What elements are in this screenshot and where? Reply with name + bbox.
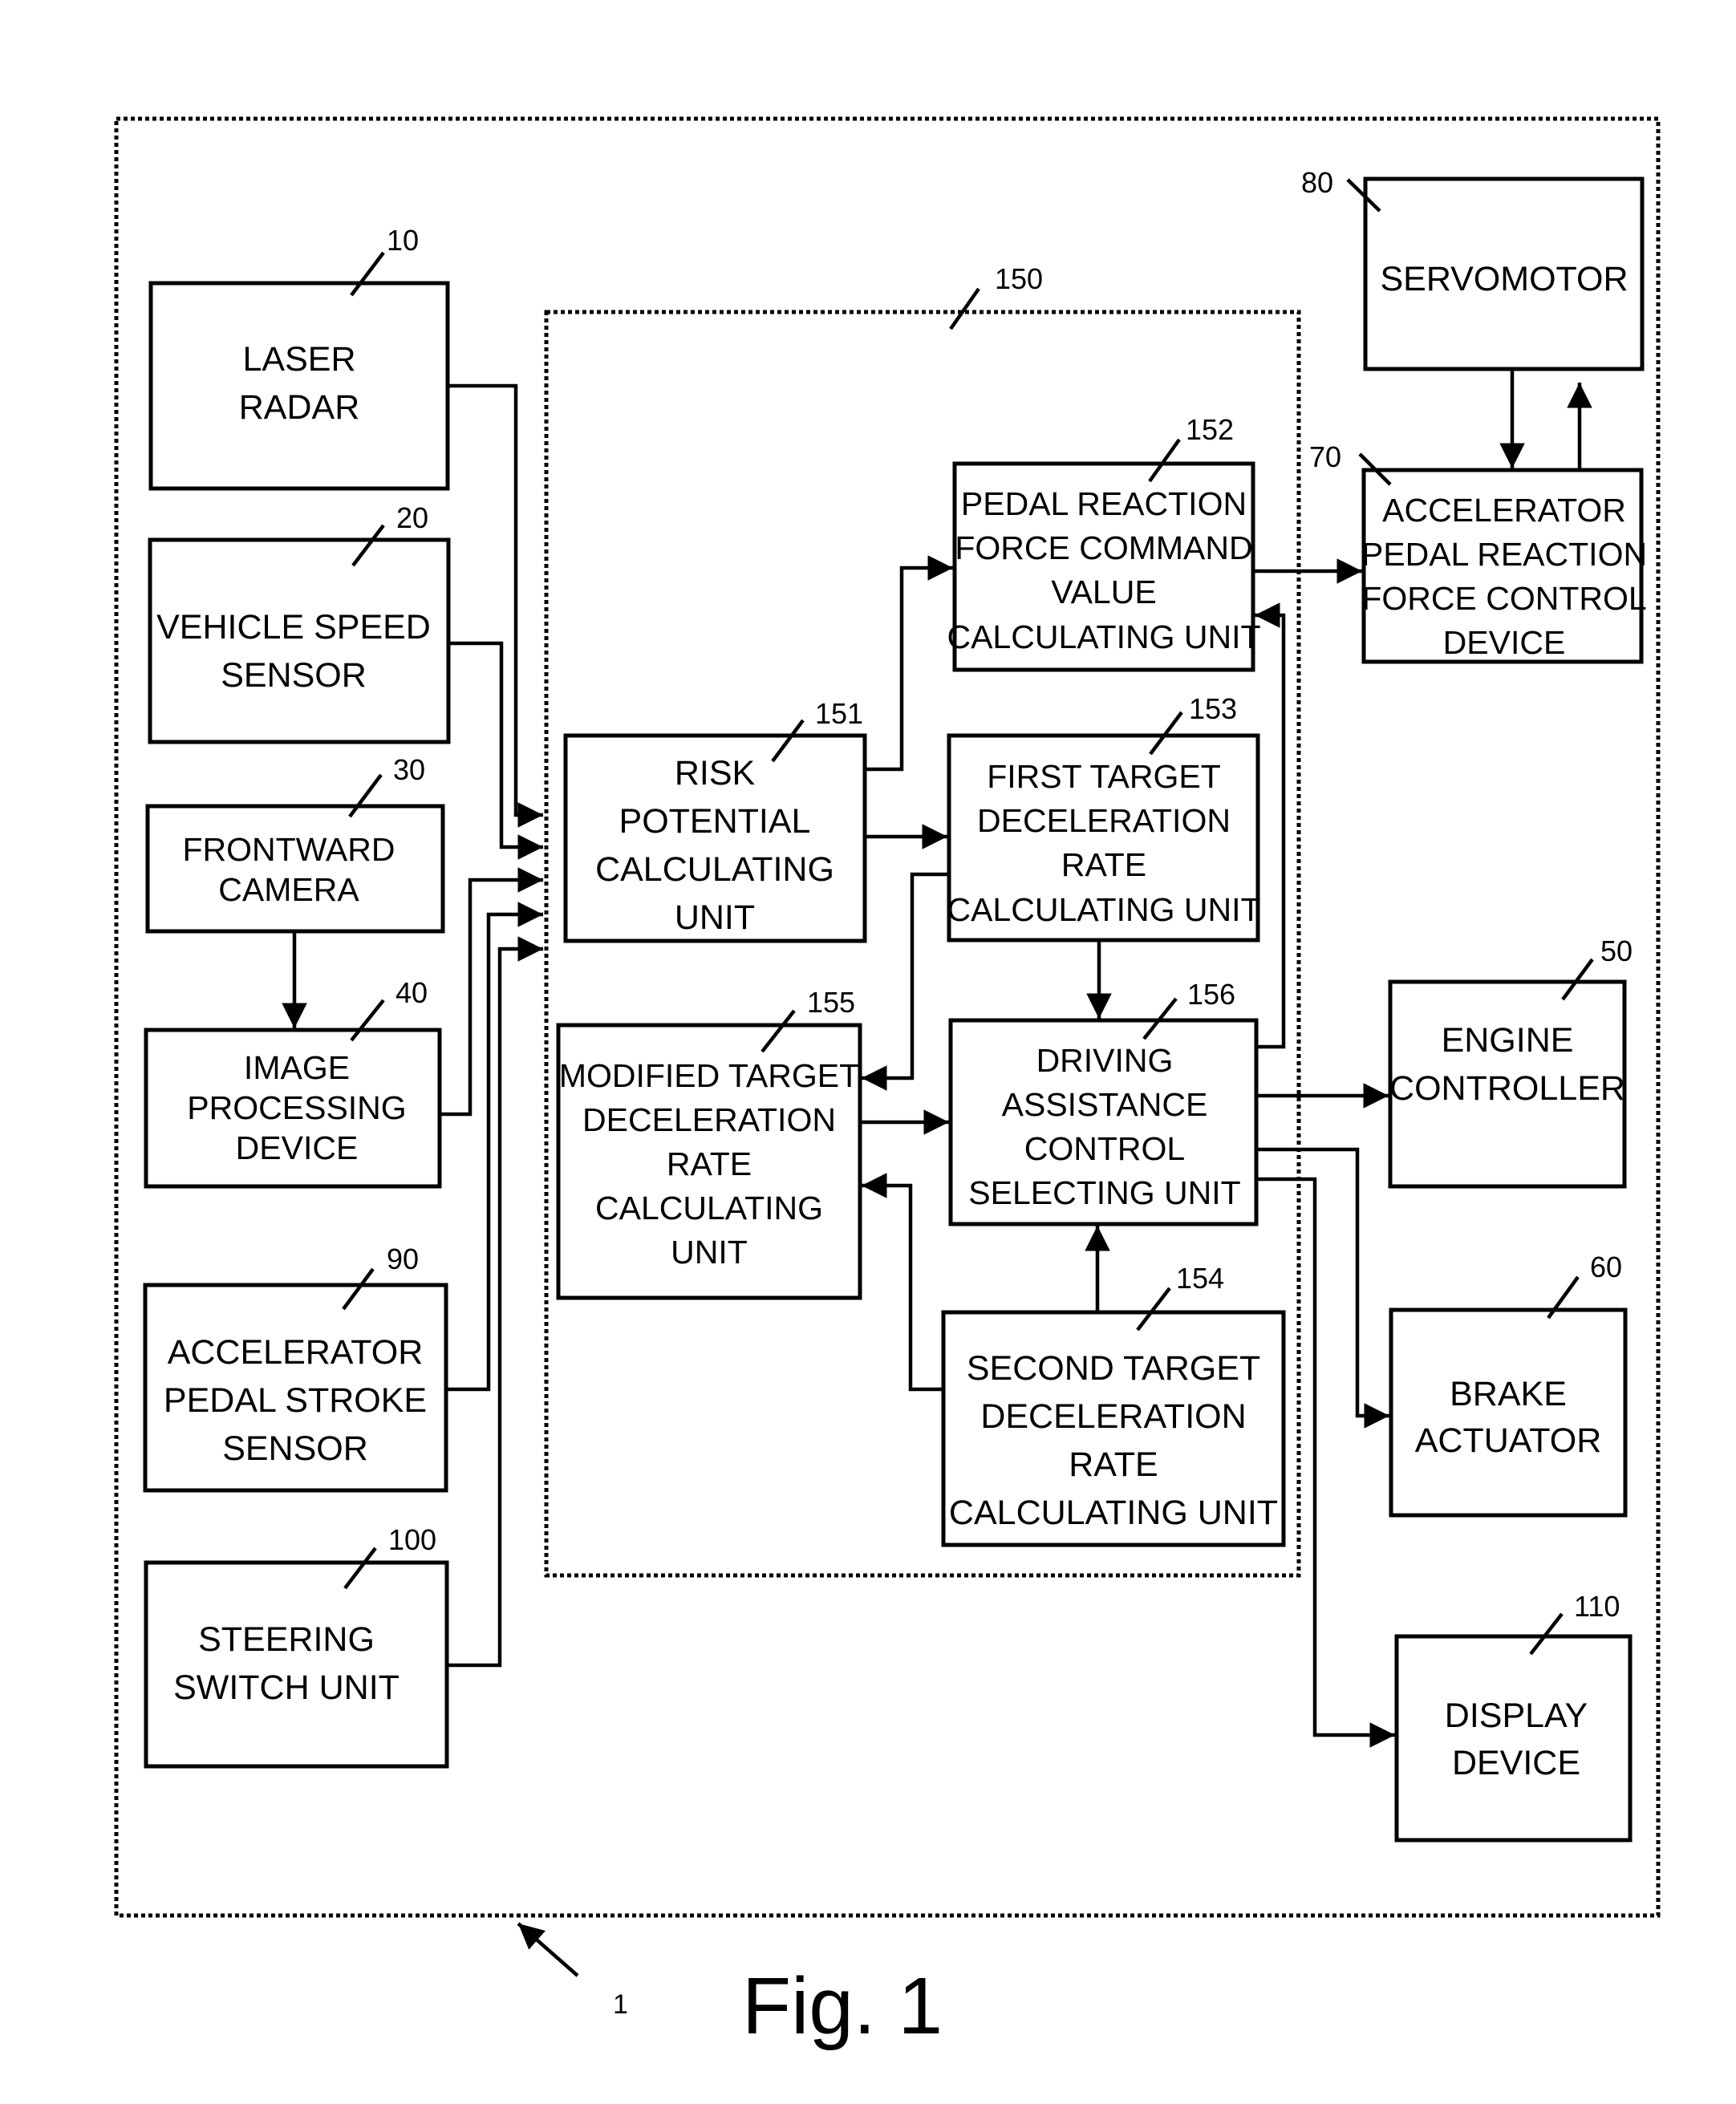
block-pedal-reaction-force-command-value-calculating-unit: PEDAL REACTION FORCE COMMAND VALUE CALCU…: [947, 413, 1261, 672]
ref-number: 100: [388, 1523, 436, 1556]
block-label: LASER: [242, 340, 355, 379]
block-label: DECELERATION: [582, 1101, 836, 1138]
wire-151-152: [865, 555, 953, 772]
block-laser-radar: LASER RADAR 10: [148, 224, 450, 491]
wire-accel-stroke: [446, 902, 543, 1392]
block-label: SENSOR: [222, 1429, 368, 1468]
ref-number: 80: [1301, 166, 1333, 199]
block-label: CONTROL: [1024, 1130, 1185, 1167]
ref-number: 153: [1189, 692, 1237, 725]
block-display-device: DISPLAY DEVICE 110: [1394, 1590, 1633, 1843]
block-label: ASSISTANCE: [1002, 1086, 1208, 1123]
ref-number: 110: [1574, 1590, 1620, 1623]
block-label: FORCE CONTROL: [1361, 580, 1646, 617]
ref-number: 10: [387, 224, 419, 257]
block-label: DISPLAY: [1445, 1697, 1588, 1735]
ref-number: 30: [393, 753, 425, 786]
block-label: FIRST TARGET: [987, 758, 1221, 795]
block-label: RATE: [1069, 1445, 1158, 1484]
ref-number: 20: [396, 501, 428, 534]
ref-number: 50: [1600, 934, 1633, 967]
block-steering-switch-unit: STEERING SWITCH UNIT 100: [144, 1523, 449, 1769]
block-label: VEHICLE SPEED: [156, 608, 431, 647]
ref-number: 70: [1309, 440, 1341, 473]
block-label: MODIFIED TARGET: [559, 1057, 859, 1094]
block-label: PEDAL STROKE: [164, 1381, 427, 1420]
block-label: CALCULATING: [595, 1190, 823, 1226]
block-label: SERVOMOTOR: [1380, 260, 1628, 298]
figure-caption: Fig. 1: [742, 1961, 943, 2051]
block-second-target-deceleration-rate-calculating-unit: SECOND TARGET DECELERATION RATE CALCULAT…: [941, 1262, 1286, 1547]
block-servomotor: SERVOMOTOR 80: [1301, 166, 1645, 371]
block-engine-controller: ENGINE CONTROLLER 50: [1388, 934, 1633, 1189]
block-label: IMAGE: [244, 1049, 350, 1086]
block-diagram: LASER RADAR 10 VEHICLE SPEED SENSOR 20 F…: [114, 116, 1661, 2051]
block-label: FORCE COMMAND: [955, 529, 1252, 566]
ref-number: 60: [1590, 1251, 1622, 1283]
system-ref: 1: [517, 1922, 628, 2020]
block-accelerator-pedal-stroke-sensor: ACCELERATOR PEDAL STROKE SENSOR 90: [143, 1243, 448, 1493]
wire-153-155: [862, 872, 949, 1091]
block-label: DEVICE: [1443, 624, 1566, 661]
system-ref-arrow: [517, 1922, 579, 1977]
block-label: CALCULATING UNIT: [947, 891, 1260, 928]
block-label: CALCULATING UNIT: [947, 618, 1260, 655]
block-vehicle-speed-sensor: VEHICLE SPEED SENSOR 20: [148, 501, 451, 744]
wire-laser-radar: [448, 383, 543, 828]
block-label: DRIVING: [1036, 1042, 1174, 1079]
block-label: VALUE: [1051, 574, 1156, 610]
block-label: CALCULATING UNIT: [949, 1494, 1278, 1532]
block-label: RATE: [667, 1145, 752, 1182]
block-first-target-deceleration-rate-calculating-unit: FIRST TARGET DECELERATION RATE CALCULATI…: [947, 692, 1261, 943]
block-label: ENGINE: [1442, 1021, 1574, 1060]
block-label: SENSOR: [221, 656, 367, 695]
ref-number: 40: [395, 976, 428, 1009]
block-label: DECELERATION: [980, 1397, 1246, 1436]
ref-number: 151: [815, 697, 863, 730]
block-label: BRAKE: [1450, 1375, 1567, 1413]
block-label: CALCULATING: [595, 850, 834, 889]
block-label: SECOND TARGET: [967, 1349, 1260, 1388]
block-label: UNIT: [675, 898, 755, 937]
block-label: SWITCH UNIT: [173, 1668, 400, 1707]
block-label: ACCELERATOR: [168, 1333, 424, 1372]
controller-ref: 150: [949, 262, 1043, 330]
block-label: ACCELERATOR: [1382, 492, 1626, 529]
block-accelerator-pedal-reaction-force-control-device: ACCELERATOR PEDAL REACTION FORCE CONTROL…: [1309, 440, 1647, 664]
ref-number: 155: [807, 986, 855, 1019]
block-label: STEERING: [198, 1620, 375, 1659]
block-label: POTENTIAL: [619, 802, 811, 841]
block-label: RISK: [675, 754, 756, 793]
block-label: UNIT: [671, 1234, 748, 1271]
wire-steering: [447, 936, 543, 1668]
block-label: RADAR: [239, 388, 360, 427]
leader-line: [949, 287, 980, 330]
ref-number: 154: [1176, 1262, 1224, 1295]
ref-number: 152: [1186, 413, 1234, 446]
block-risk-potential-calculating-unit: RISK POTENTIAL CALCULATING UNIT 151: [563, 697, 867, 943]
block-frontward-camera: FRONTWARD CAMERA 30: [145, 753, 445, 934]
block-label: RATE: [1061, 846, 1146, 883]
block-label: CAMERA: [218, 871, 359, 908]
block-label: SELECTING UNIT: [968, 1174, 1240, 1211]
ref-number: 90: [387, 1243, 419, 1275]
ref-number: 150: [995, 262, 1043, 295]
block-label: DEVICE: [236, 1129, 359, 1166]
block-label: PEDAL REACTION: [961, 485, 1247, 522]
block-label: PEDAL REACTION: [1361, 536, 1647, 573]
block-label: DECELERATION: [977, 802, 1231, 839]
block-label: CONTROLLER: [1389, 1069, 1625, 1108]
system-ref-number: 1: [613, 1989, 628, 2020]
block-label: ACTUATOR: [1415, 1421, 1602, 1460]
block-brake-actuator: BRAKE ACTUATOR 60: [1389, 1251, 1628, 1518]
ref-number: 156: [1187, 978, 1235, 1011]
block-label: FRONTWARD: [183, 831, 395, 868]
block-label: DEVICE: [1452, 1744, 1580, 1782]
block-driving-assistance-control-selecting-unit: DRIVING ASSISTANCE CONTROL SELECTING UNI…: [948, 978, 1259, 1226]
block-label: PROCESSING: [187, 1089, 406, 1126]
wire-154-155: [862, 1173, 943, 1392]
block-modified-target-deceleration-rate-calculating-unit: MODIFIED TARGET DECELERATION RATE CALCUL…: [556, 986, 862, 1300]
